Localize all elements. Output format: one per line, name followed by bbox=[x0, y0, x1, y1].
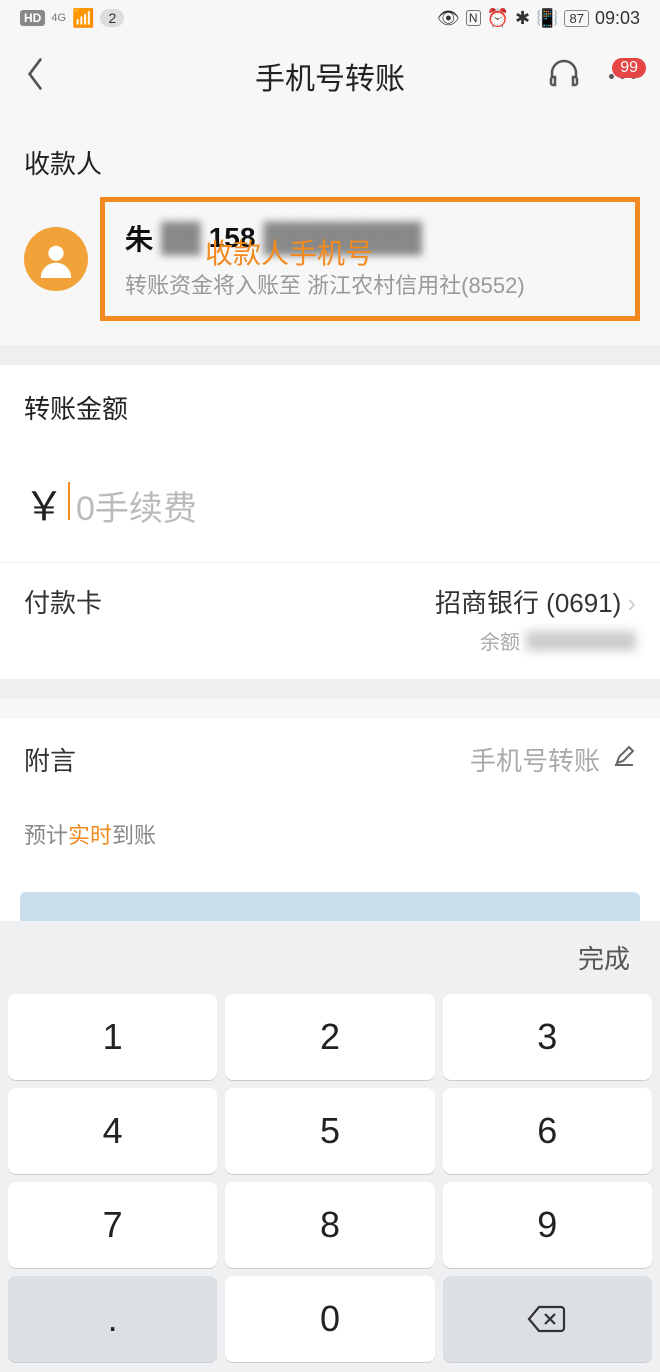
payee-surname: 朱 bbox=[125, 218, 153, 258]
key-7[interactable]: 7 bbox=[8, 1182, 217, 1268]
section-divider bbox=[0, 345, 660, 365]
payment-card-balance: 余额 bbox=[435, 626, 636, 655]
payee-name-redacted: ██ bbox=[161, 222, 201, 254]
payment-card-row[interactable]: 付款卡 招商银行 (0691)› 余额 bbox=[0, 563, 660, 679]
alarm-icon: ⏰ bbox=[487, 8, 509, 29]
note-value: 手机号转账 bbox=[470, 741, 600, 778]
keyboard-done-button[interactable]: 完成 bbox=[0, 921, 660, 994]
network-indicator: 4G bbox=[51, 12, 66, 24]
payee-bank-info: 转账资金将入账至 浙江农村信用社(8552) bbox=[125, 268, 615, 300]
eye-icon: 👁 bbox=[437, 8, 460, 29]
annotation-label: 收款人手机号 bbox=[205, 232, 373, 272]
clock: 09:03 bbox=[595, 8, 640, 29]
nav-bar: 手机号转账 99 bbox=[0, 36, 660, 116]
vibrate-icon: 📳 bbox=[536, 8, 558, 29]
payee-section-label: 收款人 bbox=[0, 116, 660, 197]
key-8[interactable]: 8 bbox=[225, 1182, 434, 1268]
key-4[interactable]: 4 bbox=[8, 1088, 217, 1174]
status-right: 👁 N ⏰ ✱ 📳 87 09:03 bbox=[437, 8, 640, 29]
key-3[interactable]: 3 bbox=[443, 994, 652, 1080]
hd-badge: HD bbox=[20, 10, 45, 26]
key-0[interactable]: 0 bbox=[225, 1276, 434, 1362]
page-title: 手机号转账 bbox=[255, 54, 405, 98]
key-backspace[interactable] bbox=[443, 1276, 652, 1362]
avatar-icon bbox=[24, 227, 88, 291]
input-cursor bbox=[68, 482, 70, 520]
key-9[interactable]: 9 bbox=[443, 1182, 652, 1268]
balance-redacted bbox=[526, 631, 636, 651]
numeric-keyboard: 完成 1 2 3 4 5 6 7 8 9 . 0 bbox=[0, 921, 660, 1372]
status-left: HD 4G 📶 2 bbox=[20, 8, 124, 29]
arrival-info: 预计实时到账 bbox=[0, 800, 660, 868]
edit-icon[interactable] bbox=[612, 744, 636, 775]
currency-symbol: ￥ bbox=[24, 474, 64, 532]
sim-count: 2 bbox=[100, 9, 124, 27]
more-button[interactable]: 99 bbox=[609, 74, 636, 79]
bluetooth-icon: ✱ bbox=[515, 8, 530, 29]
status-bar: HD 4G 📶 2 👁 N ⏰ ✱ 📳 87 09:03 bbox=[0, 0, 660, 36]
nfc-icon: N bbox=[466, 10, 481, 26]
back-button[interactable] bbox=[24, 56, 46, 97]
amount-placeholder: 0手续费 bbox=[76, 481, 197, 530]
note-label: 附言 bbox=[24, 741, 76, 778]
note-row[interactable]: 附言 手机号转账 bbox=[0, 719, 660, 800]
key-6[interactable]: 6 bbox=[443, 1088, 652, 1174]
payment-card-name: 招商银行 (0691)› bbox=[435, 583, 636, 620]
payee-highlight-box: 朱 ██ 158 ████████ 收款人手机号 转账资金将入账至 浙江农村信用… bbox=[100, 197, 640, 321]
payee-row[interactable]: 朱 ██ 158 ████████ 收款人手机号 转账资金将入账至 浙江农村信用… bbox=[0, 197, 660, 345]
key-dot[interactable]: . bbox=[8, 1276, 217, 1362]
amount-input-row[interactable]: ￥ 0手续费 bbox=[0, 450, 660, 563]
payment-card-label: 付款卡 bbox=[24, 583, 102, 620]
key-1[interactable]: 1 bbox=[8, 994, 217, 1080]
chevron-right-icon: › bbox=[627, 588, 636, 618]
support-icon[interactable] bbox=[547, 57, 581, 96]
notification-badge: 99 bbox=[612, 58, 646, 78]
key-5[interactable]: 5 bbox=[225, 1088, 434, 1174]
battery-indicator: 87 bbox=[564, 10, 588, 27]
key-2[interactable]: 2 bbox=[225, 994, 434, 1080]
amount-section-label: 转账金额 bbox=[0, 365, 660, 450]
section-divider bbox=[0, 679, 660, 699]
signal-icon: 📶 bbox=[72, 8, 94, 29]
